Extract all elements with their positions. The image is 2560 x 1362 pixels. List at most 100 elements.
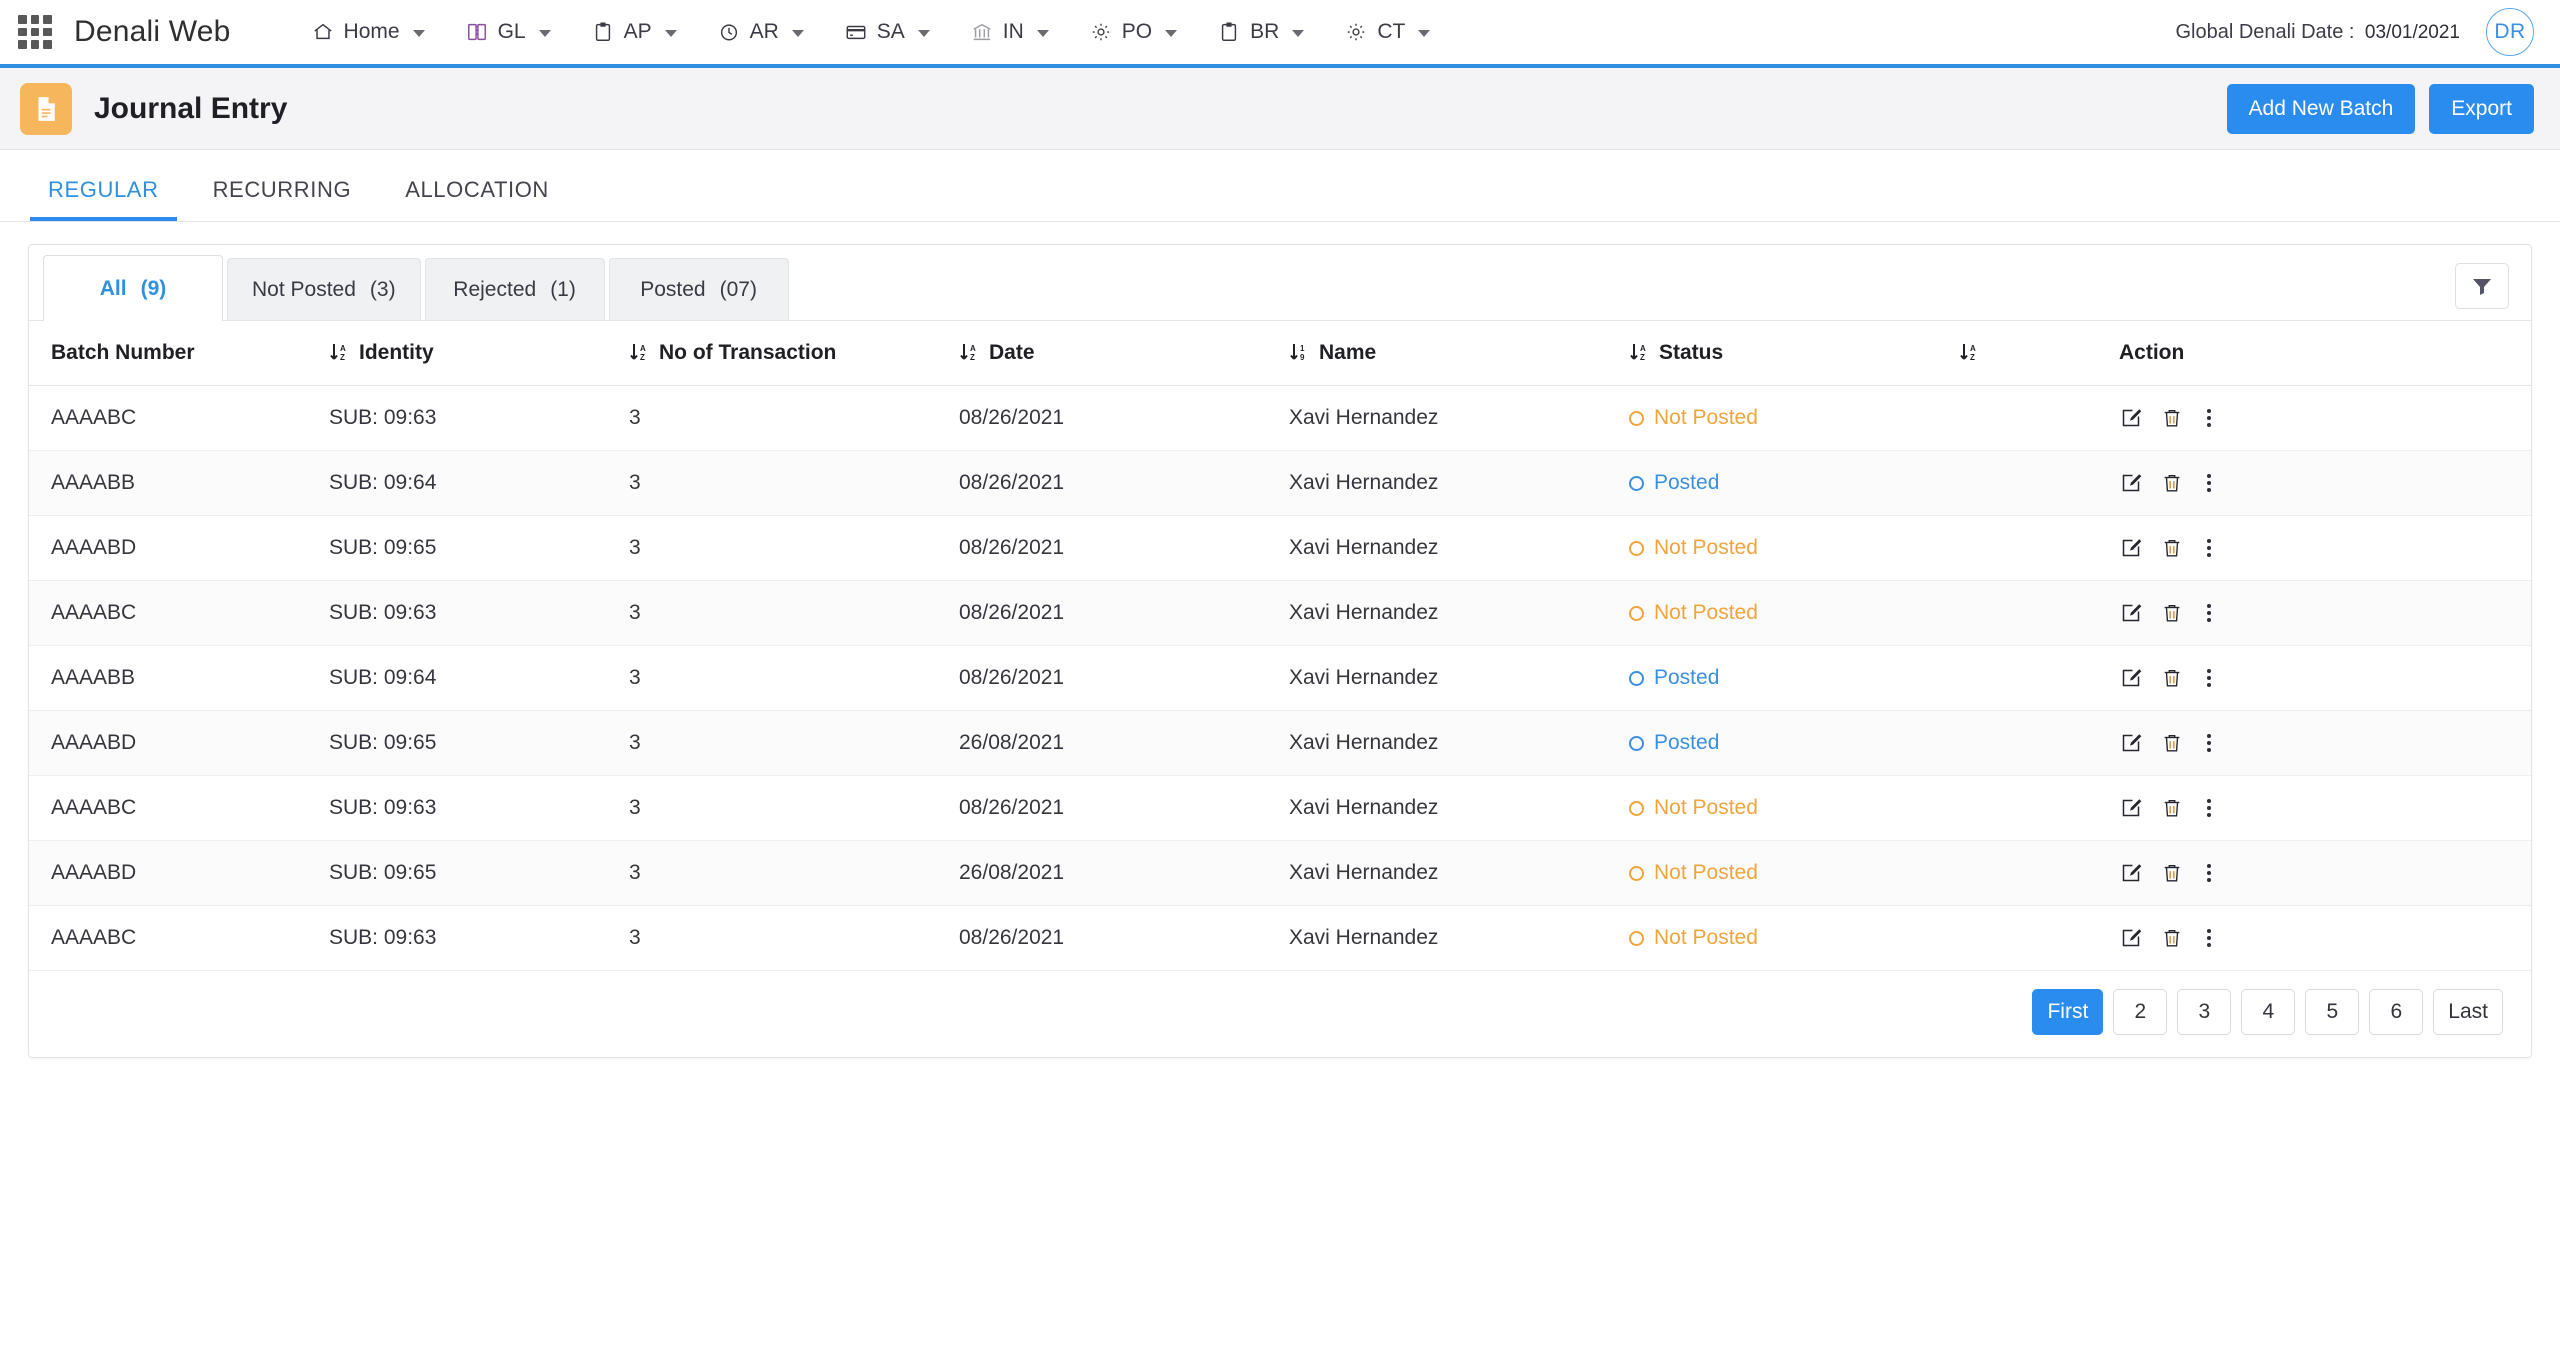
table-row: AAAABB SUB: 09:64 3 08/26/2021 Xavi Hernande… (29, 450, 2531, 516)
cell-action (2119, 515, 2531, 581)
col-date[interactable]: AZ Date (959, 321, 1289, 386)
add-new-batch-button[interactable]: Add New Batch (2226, 83, 2416, 134)
sort-az-icon[interactable]: AZ (329, 341, 349, 365)
more-vertical-icon[interactable] (2201, 602, 2217, 624)
nav-item-label: BR (1250, 20, 1280, 43)
more-vertical-icon[interactable] (2201, 927, 2217, 949)
status-badge: Not Posted (1654, 406, 1758, 429)
edit-icon[interactable] (2119, 406, 2143, 430)
status-badge: Not Posted (1654, 601, 1758, 624)
nav-item-ap[interactable]: AP (571, 0, 697, 64)
edit-icon[interactable] (2119, 471, 2143, 495)
page-2[interactable]: 2 (2113, 989, 2168, 1035)
more-vertical-icon[interactable] (2201, 732, 2217, 754)
status-dot-icon (1629, 410, 1644, 426)
sort-az-icon[interactable]: AZ (629, 341, 649, 365)
edit-icon[interactable] (2119, 861, 2143, 885)
cell-action (2119, 580, 2531, 646)
trash-icon[interactable] (2161, 406, 2183, 430)
nav-item-ar[interactable]: AR (697, 0, 824, 64)
more-vertical-icon[interactable] (2201, 797, 2217, 819)
tab-recurring[interactable]: RECURRING (195, 177, 370, 221)
edit-icon[interactable] (2119, 796, 2143, 820)
global-date-label: Global Denali Date : (2175, 20, 2355, 43)
sort-az-icon[interactable]: AZ (1629, 341, 1649, 365)
svg-text:Z: Z (970, 353, 975, 362)
trash-icon[interactable] (2161, 731, 2183, 755)
export-button[interactable]: Export (2429, 83, 2534, 134)
tab-regular[interactable]: REGULAR (30, 177, 177, 221)
cell-action (2119, 840, 2531, 906)
more-vertical-icon[interactable] (2201, 862, 2217, 884)
subtab-posted[interactable]: Posted (07) (608, 258, 789, 320)
col-identity[interactable]: AZ Identity (329, 321, 629, 386)
chevron-down-icon (1165, 30, 1178, 37)
nav-item-label: IN (1002, 20, 1024, 43)
edit-icon[interactable] (2119, 666, 2143, 690)
page-6[interactable]: 6 (2369, 989, 2424, 1035)
cell-no-of-transaction: 3 (629, 385, 959, 451)
nav-item-ct[interactable]: CT (1324, 0, 1450, 64)
subtab-all[interactable]: All (9) (43, 255, 223, 321)
edit-icon[interactable] (2119, 731, 2143, 755)
apps-grid-icon[interactable] (18, 15, 52, 49)
filter-icon[interactable] (2455, 262, 2509, 309)
cell-date: 26/08/2021 (959, 710, 1289, 776)
col-no-of-transaction[interactable]: AZ No of Transaction (629, 321, 959, 386)
clock-icon (717, 20, 741, 44)
page-first[interactable]: First (2032, 989, 2104, 1035)
trash-icon[interactable] (2161, 926, 2183, 950)
nav-item-label: PO (1121, 20, 1153, 43)
page-4[interactable]: 4 (2241, 989, 2296, 1035)
trash-icon[interactable] (2161, 666, 2183, 690)
col-batch-number[interactable]: Batch Number (29, 321, 329, 386)
nav-item-gl[interactable]: GL (445, 0, 571, 64)
cell-status: Not Posted (1629, 385, 2119, 451)
cell-identity: SUB: 09:64 (329, 645, 629, 711)
nav-item-sa[interactable]: SA (824, 0, 950, 64)
cell-identity: SUB: 09:63 (329, 775, 629, 841)
sort-az-icon[interactable]: AZ (1959, 341, 1979, 365)
col-status[interactable]: AZ Status (1629, 321, 1959, 386)
col-name[interactable]: 19 Name (1289, 321, 1629, 386)
subtabs: All (9) Not Posted (3) Rejected (1) Post… (43, 255, 793, 321)
nav-item-label: CT (1377, 20, 1406, 43)
cell-name: Xavi Hernandez (1289, 385, 1629, 451)
nav-item-label: Home (343, 20, 400, 43)
sort-az-icon[interactable]: AZ (959, 341, 979, 365)
topbar-right: Global Denali Date : 03/01/2021 DR (2175, 8, 2534, 56)
page-last[interactable]: Last (2433, 989, 2503, 1035)
edit-icon[interactable] (2119, 926, 2143, 950)
cell-status: Not Posted (1629, 905, 2119, 971)
trash-icon[interactable] (2161, 601, 2183, 625)
edit-icon[interactable] (2119, 536, 2143, 560)
chevron-down-icon (1036, 30, 1049, 37)
more-vertical-icon[interactable] (2201, 667, 2217, 689)
tab-allocation[interactable]: ALLOCATION (387, 177, 567, 221)
nav-item-home[interactable]: Home (291, 0, 445, 64)
cell-name: Xavi Hernandez (1289, 710, 1629, 776)
col-extra-sort[interactable]: AZ (1959, 321, 2119, 386)
page-3[interactable]: 3 (2177, 989, 2232, 1035)
chevron-down-icon (1292, 30, 1305, 37)
more-vertical-icon[interactable] (2201, 537, 2217, 559)
subtab-rejected[interactable]: Rejected (1) (424, 258, 605, 320)
sort-numeric-icon[interactable]: 19 (1289, 341, 1309, 365)
nav-item-po[interactable]: PO (1069, 0, 1197, 64)
page-5[interactable]: 5 (2305, 989, 2360, 1035)
nav-item-in[interactable]: IN (950, 0, 1069, 64)
subtab-label: Not Posted (252, 277, 356, 301)
more-vertical-icon[interactable] (2201, 407, 2217, 429)
subtab-not-posted[interactable]: Not Posted (3) (227, 258, 421, 320)
trash-icon[interactable] (2161, 861, 2183, 885)
trash-icon[interactable] (2161, 536, 2183, 560)
trash-icon[interactable] (2161, 796, 2183, 820)
cell-no-of-transaction: 3 (629, 515, 959, 581)
avatar[interactable]: DR (2486, 8, 2534, 56)
status-badge: Posted (1654, 471, 1720, 494)
edit-icon[interactable] (2119, 601, 2143, 625)
more-vertical-icon[interactable] (2201, 472, 2217, 494)
cell-no-of-transaction: 3 (629, 645, 959, 711)
nav-item-br[interactable]: BR (1197, 0, 1324, 64)
trash-icon[interactable] (2161, 471, 2183, 495)
